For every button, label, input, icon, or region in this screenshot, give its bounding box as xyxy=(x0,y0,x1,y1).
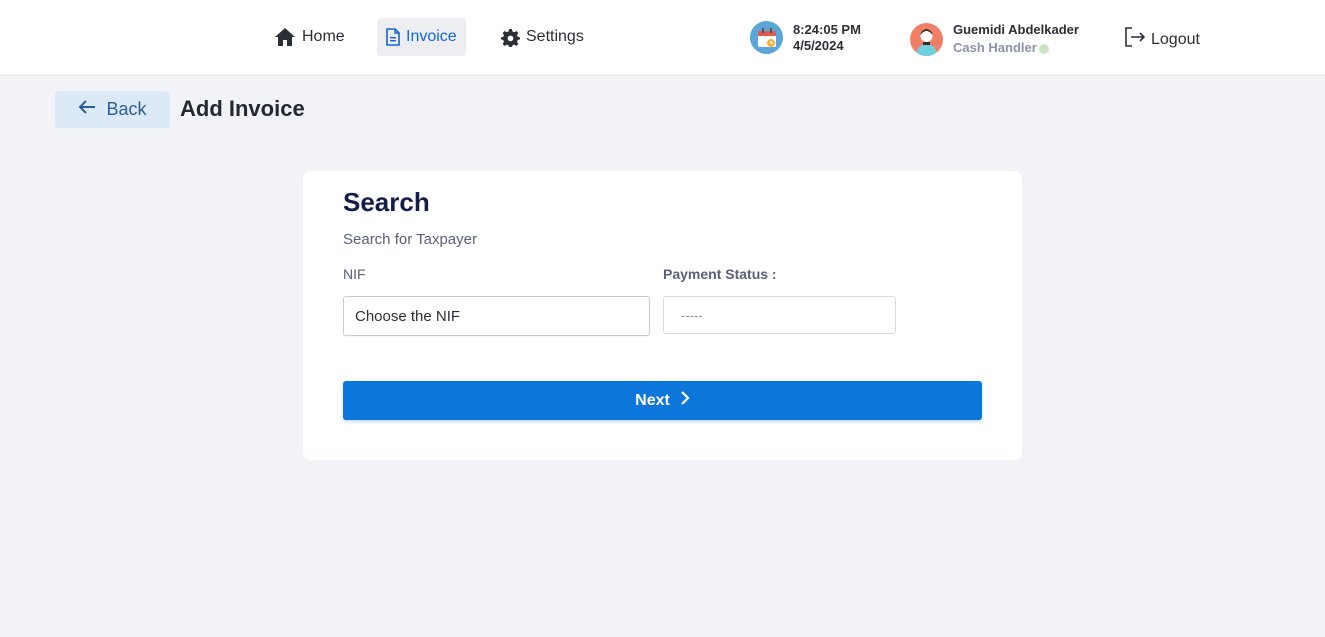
home-icon xyxy=(274,27,296,47)
clock-widget: 8:24:05 PM 4/5/2024 xyxy=(750,21,861,54)
chevron-right-icon xyxy=(680,390,690,411)
nav-invoice[interactable]: Invoice xyxy=(377,18,466,56)
nav-invoice-label: Invoice xyxy=(406,28,457,45)
nif-label: NIF xyxy=(343,266,366,282)
search-card-subtitle: Search for Taxpayer xyxy=(343,231,477,248)
nav-settings[interactable]: Settings xyxy=(492,18,593,56)
arrow-left-icon xyxy=(78,99,96,120)
nav-settings-label: Settings xyxy=(526,28,584,45)
clock-time: 8:24:05 PM xyxy=(793,21,861,37)
next-button-label: Next xyxy=(635,391,670,409)
nif-field[interactable] xyxy=(343,296,650,336)
user-role-label: Cash Handler xyxy=(953,40,1037,55)
clock-date: 4/5/2024 xyxy=(793,37,844,53)
next-button[interactable]: Next xyxy=(343,381,982,420)
payment-status-label: Payment Status : xyxy=(663,266,777,282)
logout-icon xyxy=(1123,26,1147,53)
nav-home-label: Home xyxy=(302,28,345,45)
search-card: Search Search for Taxpayer NIF Payment S… xyxy=(303,171,1022,460)
user-role: Cash Handler xyxy=(953,39,1079,57)
search-card-title: Search xyxy=(343,187,430,217)
page-title: Add Invoice xyxy=(180,96,305,121)
back-button[interactable]: Back xyxy=(55,91,170,128)
back-button-label: Back xyxy=(106,99,147,119)
logout-label: Logout xyxy=(1151,30,1200,48)
top-navbar: Home Invoice Settings 8:24:05 PM 4/5/202… xyxy=(0,0,1325,74)
online-status-dot xyxy=(1038,44,1049,54)
document-icon xyxy=(386,28,400,46)
user-name: Guemidi Abdelkader xyxy=(953,22,1079,37)
avatar xyxy=(910,22,943,56)
payment-status-field[interactable] xyxy=(663,296,896,334)
user-profile[interactable]: Guemidi Abdelkader Cash Handler xyxy=(910,21,1079,57)
calendar-icon xyxy=(750,21,783,54)
nav-home[interactable]: Home xyxy=(265,18,354,56)
gear-icon xyxy=(501,28,520,47)
logout-button[interactable]: Logout xyxy=(1123,26,1200,53)
